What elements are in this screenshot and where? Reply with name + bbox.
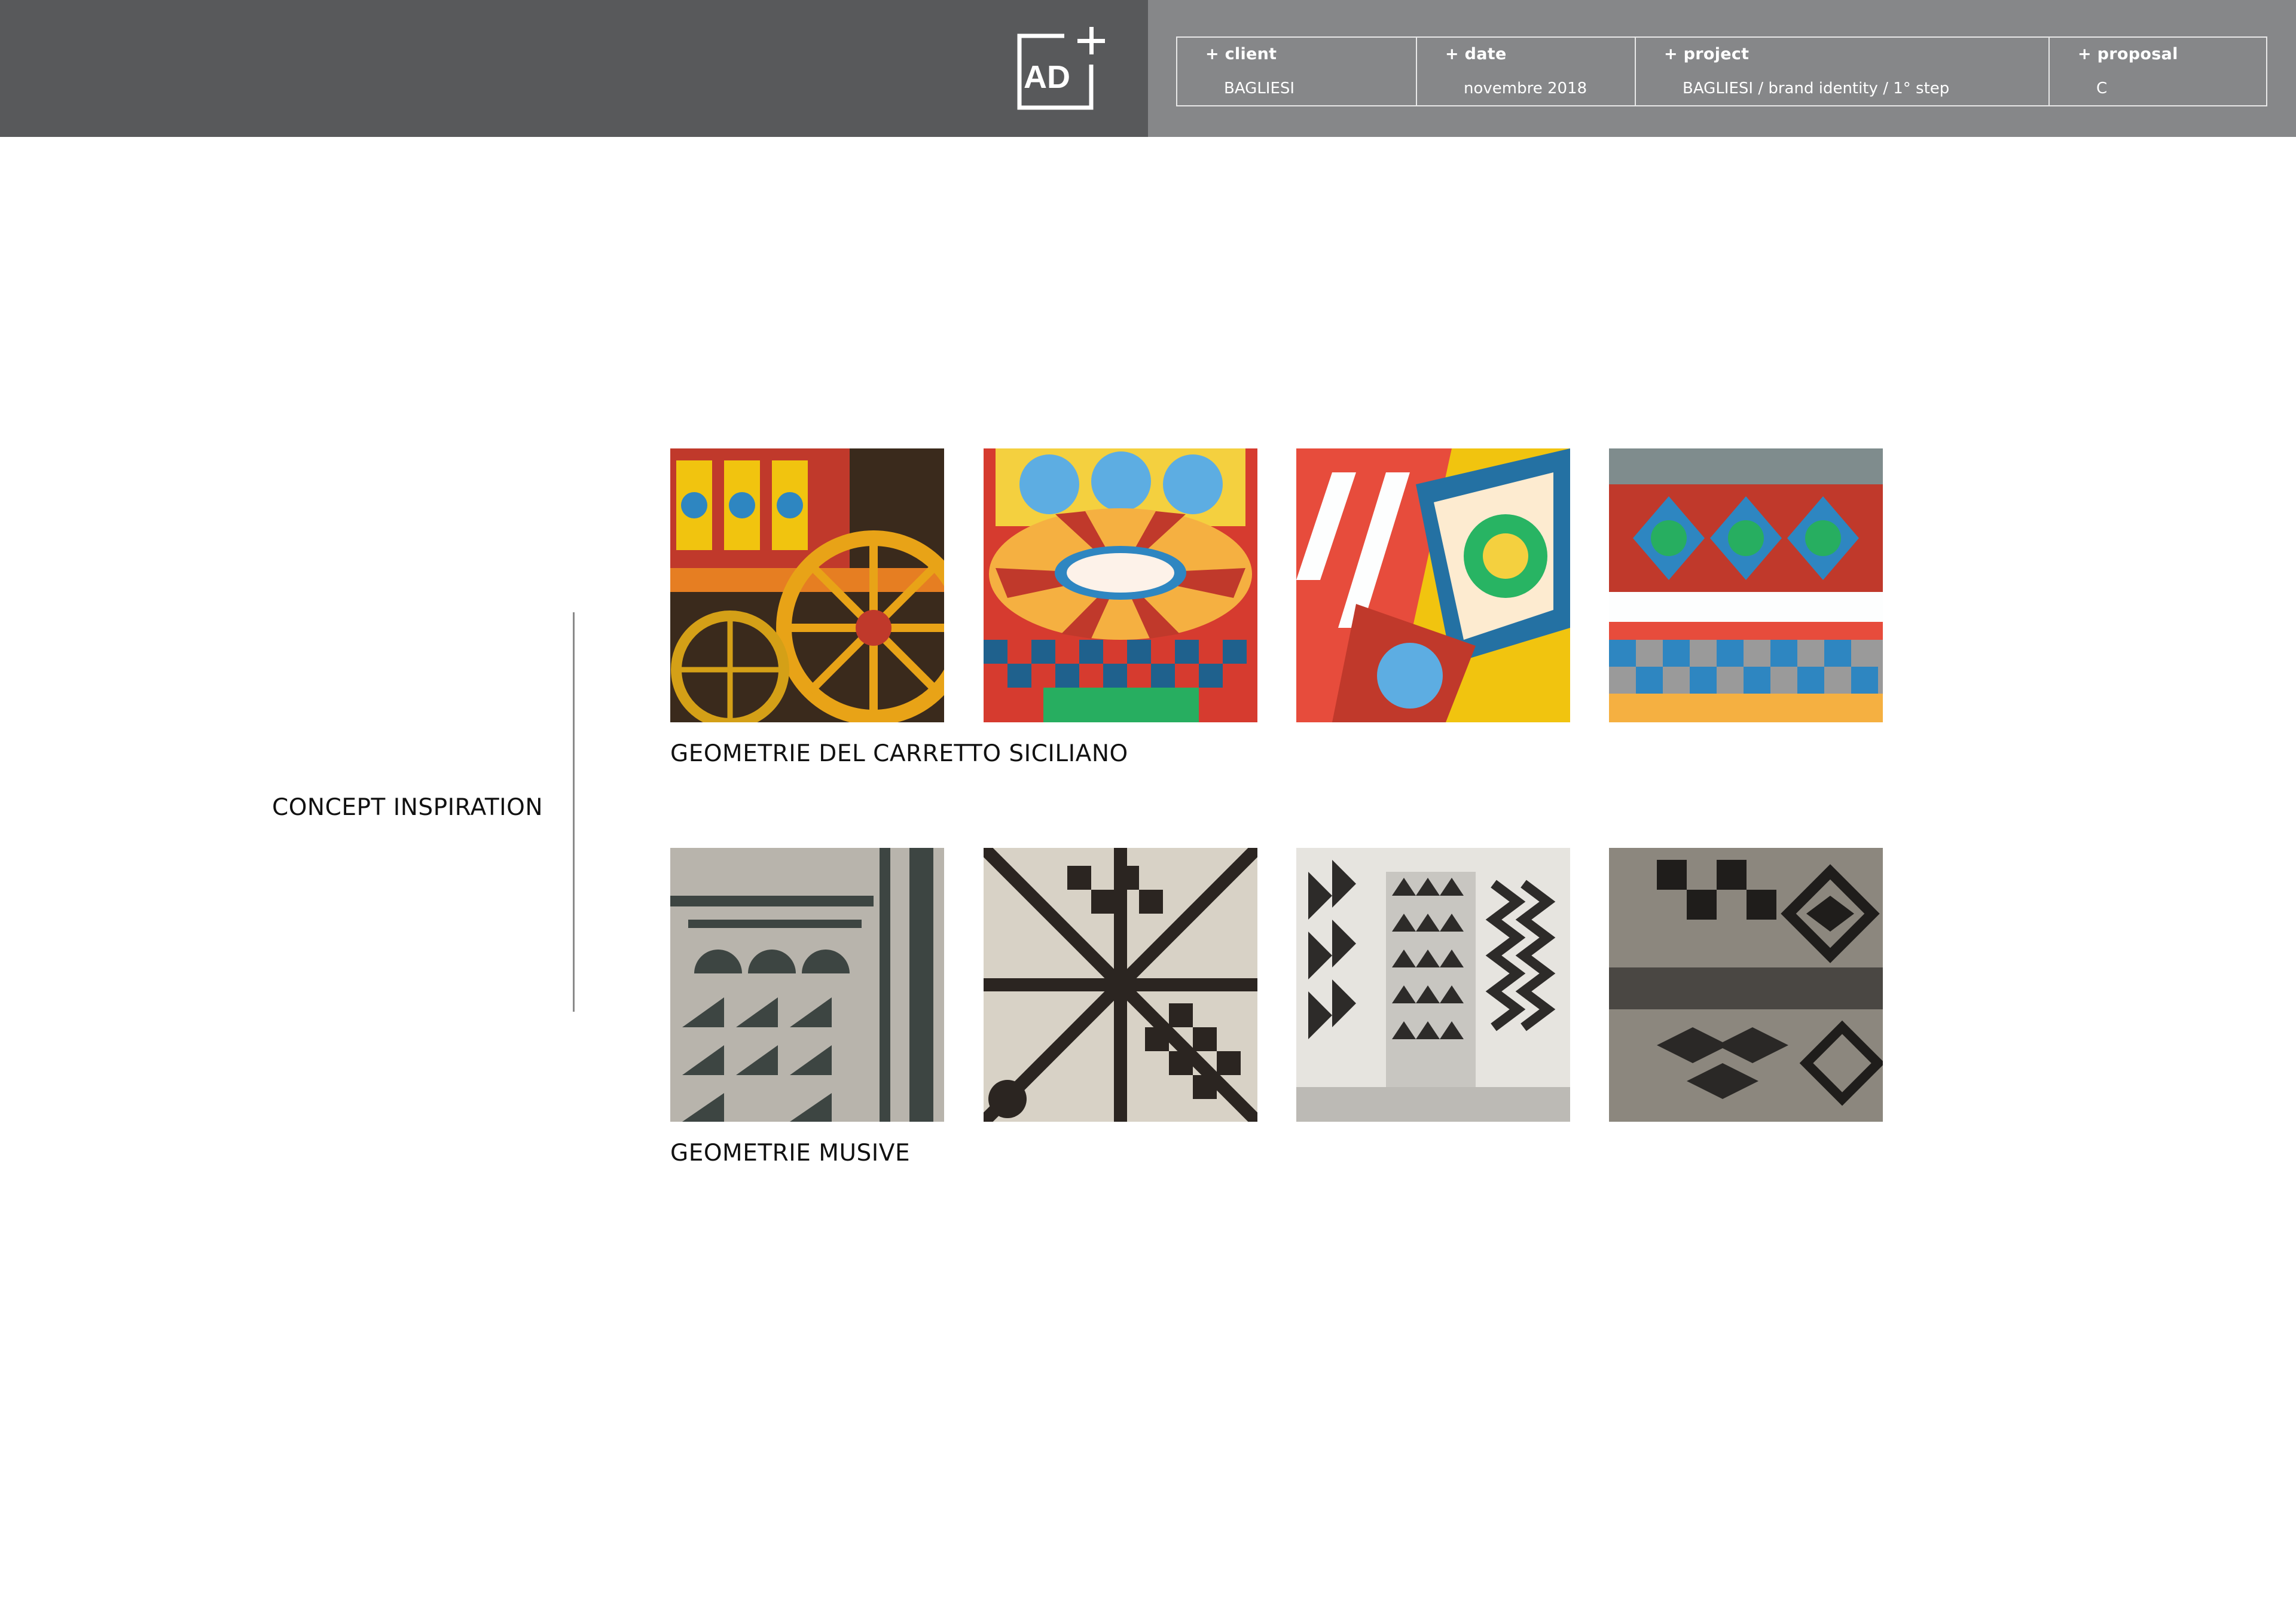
header-dark-band: [0, 0, 1148, 137]
mosaic-star-photo: [984, 848, 1257, 1122]
info-value: BAGLIESI / brand identity / 1° step: [1683, 80, 1950, 97]
section-label-mosaici: GEOMETRIE MUSIVE: [670, 1140, 911, 1167]
page-title: CONCEPT INSPIRATION: [272, 794, 544, 821]
info-value: novembre 2018: [1464, 80, 1587, 97]
info-value: BAGLIESI: [1224, 80, 1295, 97]
vertical-divider: [573, 612, 575, 1012]
mosaic-border-photo: [670, 848, 944, 1122]
info-label: + date: [1445, 45, 1507, 63]
svg-text:AD: AD: [1024, 59, 1070, 95]
info-label: + proposal: [2078, 45, 2178, 63]
ad-plus-logo: AD: [1016, 24, 1106, 111]
info-label: + client: [1205, 45, 1277, 63]
info-proposal: + proposal C: [2050, 38, 2266, 105]
carretto-wheel-photo: [670, 448, 944, 722]
page: AD + client BAGLIESI + date novembre 201…: [0, 0, 2296, 1624]
carretto-panels-photo: [1296, 448, 1570, 722]
carretto-floor-photo: [984, 448, 1257, 722]
project-info-table: + client BAGLIESI + date novembre 2018 +…: [1176, 36, 2267, 106]
mosaic-zigzag-photo: [1296, 848, 1570, 1122]
info-label: + project: [1664, 45, 1750, 63]
section-label-carretto: GEOMETRIE DEL CARRETTO SICILIANO: [670, 740, 1128, 767]
mosaic-diamond-photo: [1609, 848, 1883, 1122]
info-client: + client BAGLIESI: [1177, 38, 1417, 105]
carretto-interior-photo: [1609, 448, 1883, 722]
info-date: + date novembre 2018: [1417, 38, 1636, 105]
info-value: C: [2096, 80, 2108, 97]
info-project: + project BAGLIESI / brand identity / 1°…: [1636, 38, 2050, 105]
